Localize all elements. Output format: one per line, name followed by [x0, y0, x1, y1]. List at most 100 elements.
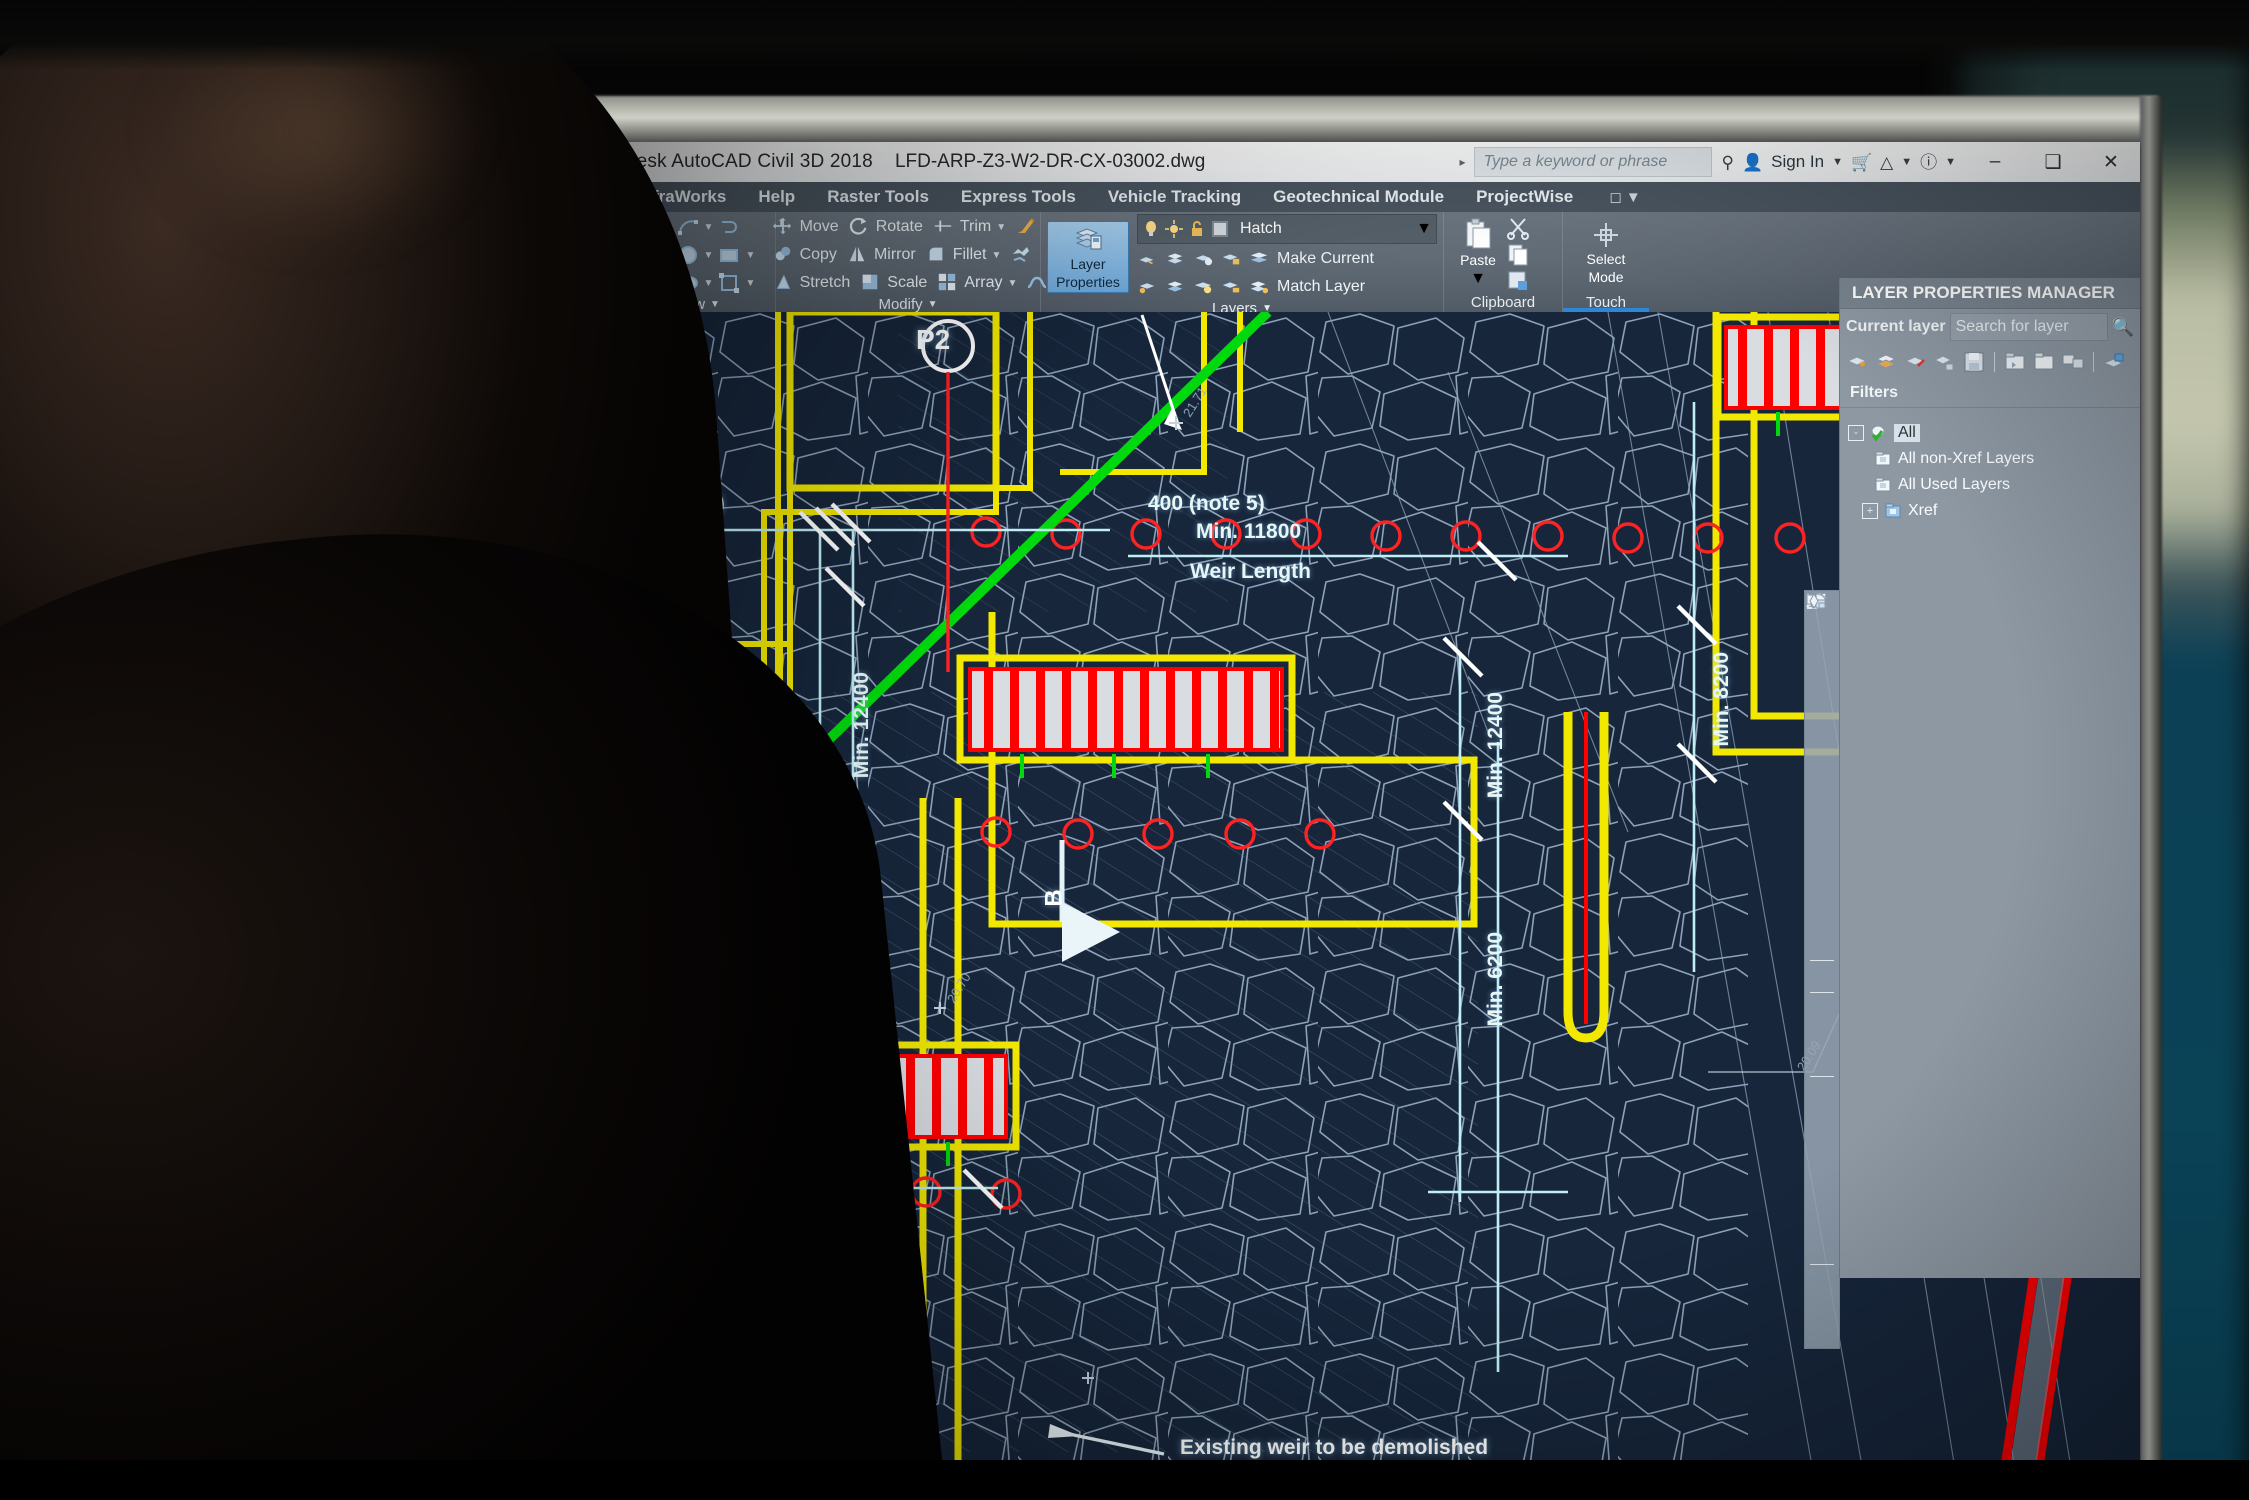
- pipe-network-icon[interactable]: [1806, 593, 1836, 775]
- parcel-icon[interactable]: [1806, 593, 1836, 749]
- geotech-point-icon[interactable]: [1808, 592, 1836, 1293]
- menu-item-express-tools[interactable]: Express Tools: [945, 187, 1092, 207]
- region-icon[interactable]: [718, 272, 740, 294]
- layer-freeze-icon[interactable]: [1165, 248, 1187, 270]
- layer-isolate-icon[interactable]: [1137, 248, 1159, 270]
- save-layer-state-icon[interactable]: [1962, 350, 1986, 374]
- feature-line-icon[interactable]: [1807, 595, 1836, 957]
- menu-item-help[interactable]: Help: [742, 187, 811, 207]
- pipe-run-icon[interactable]: [1807, 596, 1836, 1021]
- cart-icon[interactable]: 🛒: [1851, 154, 1872, 171]
- menu-item-projectwise[interactable]: ProjectWise: [1460, 187, 1589, 207]
- corridor-icon[interactable]: [1807, 594, 1836, 723]
- unlock-icon[interactable]: [1188, 220, 1206, 238]
- filter-all-non-xref[interactable]: All non-Xref Layers: [1874, 446, 2140, 472]
- lightbulb-icon[interactable]: [1142, 220, 1160, 238]
- structure-icon[interactable]: [1806, 593, 1836, 1047]
- civil-tool-strip[interactable]: [1804, 590, 1840, 1349]
- region-dropdown-icon[interactable]: ▼: [745, 278, 755, 289]
- layer-color-swatch[interactable]: [1211, 220, 1229, 238]
- point-delete-icon[interactable]: [1808, 591, 1836, 905]
- paste-button[interactable]: Paste ▼: [1450, 216, 1506, 291]
- menu-item-vehicle-tracking[interactable]: Vehicle Tracking: [1092, 187, 1257, 207]
- fillet-button[interactable]: Fillet ▼: [921, 242, 1007, 268]
- help-chevron-down-icon[interactable]: ▼: [1945, 156, 1956, 168]
- geotech-group-icon[interactable]: [1806, 594, 1836, 1319]
- arc-icon[interactable]: [677, 216, 699, 238]
- section-view-icon[interactable]: [1807, 594, 1836, 1105]
- lpm-toolbar[interactable]: [1840, 345, 2140, 379]
- signin-area[interactable]: ⚲ 👤 Sign In ▼ 🛒 △ ▼ ⓘ ▼: [1712, 152, 1966, 172]
- panel-title-modify[interactable]: Modify ▼: [782, 296, 1034, 313]
- close-button[interactable]: ✕: [2082, 142, 2140, 182]
- filter-xref[interactable]: + Xref: [1862, 498, 2140, 524]
- surface-edit-icon[interactable]: [1807, 594, 1836, 931]
- layer-turn-all-on-icon[interactable]: [1193, 276, 1215, 298]
- cross-section-icon[interactable]: [1807, 594, 1836, 1157]
- modify-panel-chevron-down-icon[interactable]: ▼: [928, 299, 938, 310]
- rectangle-icon[interactable]: [718, 244, 740, 266]
- help-icon[interactable]: ⓘ: [1920, 154, 1937, 171]
- cut-icon[interactable]: [1506, 216, 1529, 240]
- trim-dropdown-icon[interactable]: ▼: [996, 222, 1006, 233]
- draw-panel-chevron-down-icon[interactable]: ▼: [710, 299, 720, 310]
- stretch-button[interactable]: Stretch: [768, 270, 856, 296]
- explode-icon[interactable]: [1010, 242, 1032, 264]
- minimize-button[interactable]: –: [1966, 142, 2024, 182]
- qat-expand-arrow[interactable]: ▸: [1451, 155, 1473, 169]
- arc-dropdown-icon[interactable]: ▼: [704, 222, 714, 233]
- layer-off-icon[interactable]: [1193, 248, 1215, 270]
- move-button[interactable]: Move: [768, 214, 844, 240]
- menu-item-raster-tools[interactable]: Raster Tools: [811, 187, 945, 207]
- set-current-layer-icon[interactable]: [1933, 350, 1957, 374]
- survey-tools-icon[interactable]: [1807, 596, 1836, 1235]
- point-group-icon[interactable]: [1808, 591, 1836, 853]
- infocenter-search[interactable]: Type a keyword or phrase: [1473, 147, 1712, 177]
- flag-marker-icon[interactable]: [1808, 593, 1836, 697]
- make-current-icon[interactable]: [1249, 248, 1271, 270]
- add-labels-icon[interactable]: [1807, 593, 1836, 1183]
- filter-all-expander[interactable]: -: [1848, 425, 1864, 441]
- paste-as-block-icon[interactable]: [1506, 268, 1528, 290]
- alignment-icon[interactable]: [1806, 593, 1836, 645]
- binoculars-icon[interactable]: ⚲: [1722, 154, 1734, 171]
- camera-icon[interactable]: ◻ ▼: [1609, 188, 1640, 206]
- layer-control-combobox[interactable]: Hatch ▼: [1137, 214, 1437, 244]
- new-layer-vp-frozen-icon[interactable]: [1875, 350, 1899, 374]
- geotech-edit-icon[interactable]: [1808, 592, 1836, 1345]
- select-mode-button[interactable]: Select Mode: [1569, 219, 1643, 286]
- polyline-icon[interactable]: [718, 216, 740, 238]
- circle-dropdown-icon[interactable]: ▼: [704, 250, 714, 261]
- layer-properties-button[interactable]: Layer Properties: [1047, 221, 1129, 293]
- layer-states-manager-icon[interactable]: [2061, 350, 2085, 374]
- scale-button[interactable]: Scale: [855, 270, 932, 296]
- layer-thaw-icon[interactable]: [1165, 276, 1187, 298]
- new-property-filter-icon[interactable]: [2003, 350, 2027, 374]
- report-icon[interactable]: [1806, 595, 1836, 1261]
- profile-icon[interactable]: [1806, 593, 1836, 671]
- restore-button[interactable]: ❑: [2024, 142, 2082, 182]
- lpm-search-input[interactable]: Search for layer: [1949, 313, 2108, 341]
- point-create-icon[interactable]: [1808, 591, 1836, 827]
- delete-layer-icon[interactable]: [1904, 350, 1928, 374]
- array-dropdown-icon[interactable]: ▼: [1008, 278, 1018, 289]
- search-icon[interactable]: 🔍: [2112, 318, 2134, 336]
- survey-db-icon[interactable]: [1806, 593, 1836, 1209]
- trim-button[interactable]: Trim ▼: [928, 214, 1011, 240]
- copy-button[interactable]: Copy: [768, 242, 842, 268]
- filter-all[interactable]: - All: [1848, 420, 2140, 446]
- layer-lock-icon[interactable]: [1221, 248, 1243, 270]
- menu-item-geotechnical[interactable]: Geotechnical Module: [1257, 187, 1460, 207]
- match-layer-label[interactable]: Match Layer: [1277, 278, 1365, 296]
- pressure-pipe-icon[interactable]: [1808, 594, 1836, 1073]
- new-layer-icon[interactable]: [1846, 350, 1870, 374]
- copy-clip-icon[interactable]: [1506, 242, 1528, 266]
- new-group-filter-icon[interactable]: [2032, 350, 2056, 374]
- signin-chevron-down-icon[interactable]: ▼: [1832, 156, 1843, 168]
- erase-brush-icon[interactable]: [1015, 214, 1037, 236]
- globe-survey-icon[interactable]: [1806, 592, 1836, 801]
- rectangle-dropdown-icon[interactable]: ▼: [745, 250, 755, 261]
- grading-icon[interactable]: [1808, 592, 1836, 989]
- rotate-button[interactable]: Rotate: [844, 214, 928, 240]
- layer-translate-icon[interactable]: [2102, 350, 2126, 374]
